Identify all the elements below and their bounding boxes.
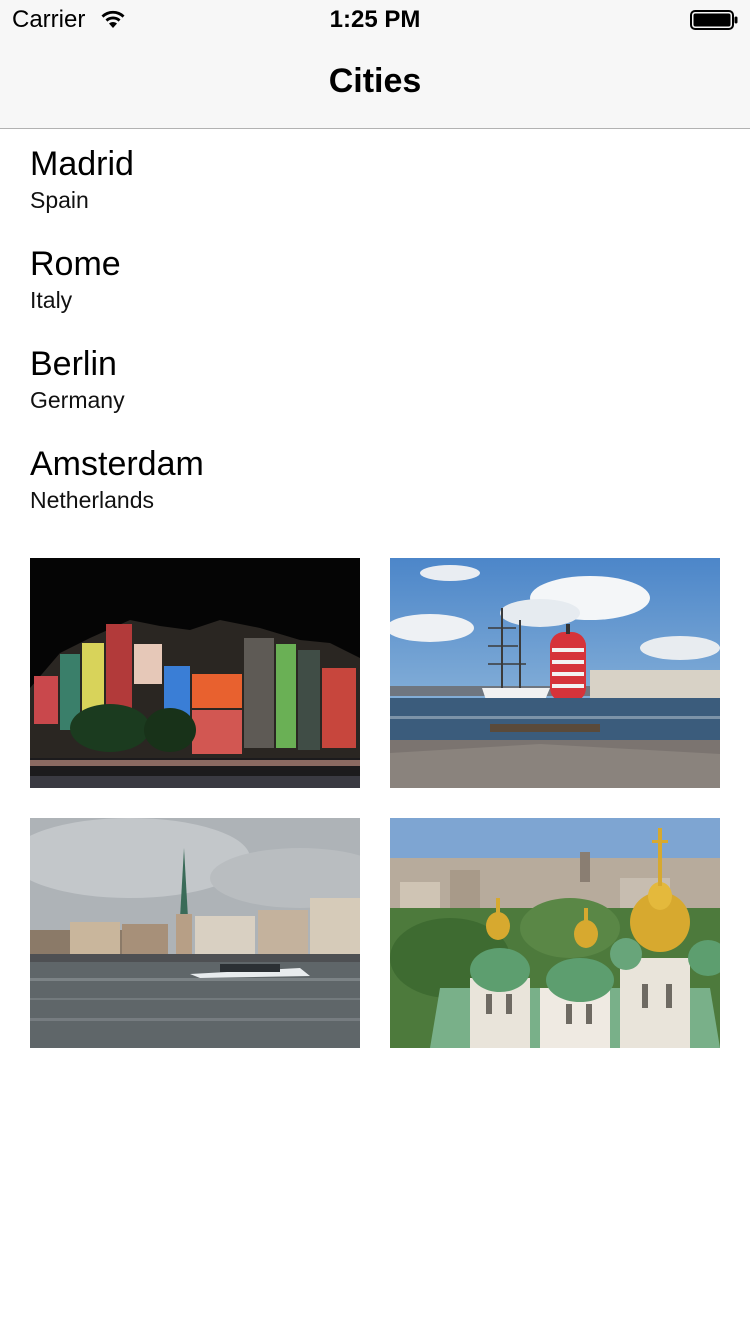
river-old-town-photo[interactable] <box>30 818 360 1048</box>
page-title: Cities <box>328 62 422 100</box>
city-name: Amsterdam <box>30 445 204 483</box>
city-list: Madrid Spain Rome Italy Berlin Germany A… <box>30 140 720 540</box>
city-row-madrid[interactable]: Madrid Spain <box>30 140 720 240</box>
night-city-street-photo[interactable] <box>30 558 360 788</box>
city-name: Berlin <box>30 345 117 383</box>
battery-icon <box>690 10 738 30</box>
city-row-amsterdam[interactable]: Amsterdam Netherlands <box>30 440 720 540</box>
status-bar: Carrier 1:25 PM <box>0 0 750 40</box>
green-domed-cathedral-photo[interactable] <box>390 818 720 1048</box>
city-row-berlin[interactable]: Berlin Germany <box>30 340 720 440</box>
country-name: Netherlands <box>30 487 155 513</box>
city-row-rome[interactable]: Rome Italy <box>30 240 720 340</box>
country-name: Italy <box>30 287 73 313</box>
city-name: Rome <box>30 245 121 283</box>
country-name: Germany <box>30 387 125 413</box>
country-name: Spain <box>30 187 89 213</box>
harbor-tall-ship-photo[interactable] <box>390 558 720 788</box>
navigation-bar: Carrier 1:25 PM Cities <box>0 0 750 129</box>
city-name: Madrid <box>30 145 134 183</box>
clock-label: 1:25 PM <box>329 6 421 33</box>
